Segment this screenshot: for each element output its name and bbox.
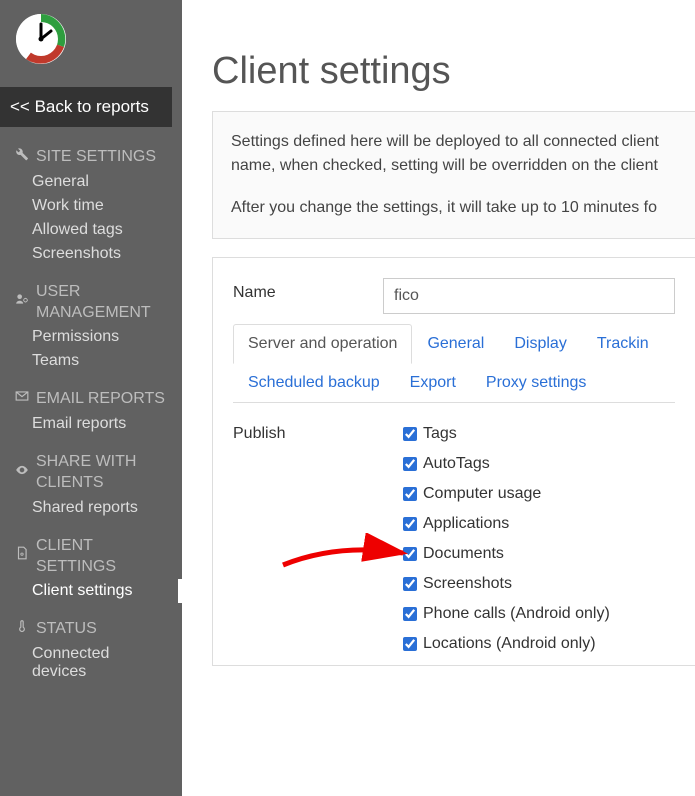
checkbox-applications[interactable] <box>403 517 417 531</box>
check-autotags[interactable]: AutoTags <box>403 455 675 473</box>
tabs: Server and operation General Display Tra… <box>233 324 675 403</box>
nav-section-label: SHARE WITH CLIENTS <box>36 452 168 494</box>
checkbox-tags[interactable] <box>403 427 417 441</box>
clock-logo-icon <box>14 12 68 66</box>
sidebar-item-teams[interactable]: Teams <box>0 349 182 373</box>
back-to-reports-button[interactable]: << Back to reports <box>0 87 172 127</box>
sidebar-item-general[interactable]: General <box>0 170 182 194</box>
nav-section-client-settings: CLIENT SETTINGS <box>0 530 182 580</box>
file-cog-icon <box>14 546 30 567</box>
tab-scheduled-backup[interactable]: Scheduled backup <box>233 363 395 403</box>
nav-section-label: EMAIL REPORTS <box>36 389 165 410</box>
check-label: Screenshots <box>423 575 512 593</box>
check-screenshots[interactable]: Screenshots <box>403 575 675 593</box>
thermometer-icon <box>14 619 30 640</box>
checkbox-locations[interactable] <box>403 637 417 651</box>
tab-server-and-operation[interactable]: Server and operation <box>233 324 412 364</box>
name-label: Name <box>233 278 383 302</box>
sidebar-item-allowed-tags[interactable]: Allowed tags <box>0 218 182 242</box>
wrench-icon <box>14 147 30 168</box>
envelope-icon <box>14 389 30 410</box>
check-label: AutoTags <box>423 455 490 473</box>
info-text-2: name, when checked, setting will be over… <box>231 154 677 178</box>
check-label: Applications <box>423 515 509 533</box>
check-label: Documents <box>423 545 504 563</box>
check-computer-usage[interactable]: Computer usage <box>403 485 675 503</box>
nav-section-label: CLIENT SETTINGS <box>36 536 168 578</box>
nav-section-label: USER MANAGEMENT <box>36 282 168 324</box>
users-cog-icon <box>14 292 30 313</box>
check-locations[interactable]: Locations (Android only) <box>403 635 675 653</box>
check-documents[interactable]: Documents <box>403 545 675 563</box>
sidebar-item-connected-devices[interactable]: Connected devices <box>0 642 182 684</box>
nav-section-share-with-clients: SHARE WITH CLIENTS <box>0 446 182 496</box>
name-row: Name <box>233 278 675 314</box>
sidebar-item-permissions[interactable]: Permissions <box>0 325 182 349</box>
checkbox-documents[interactable] <box>403 547 417 561</box>
eye-icon <box>14 463 30 484</box>
nav-section-label: STATUS <box>36 619 97 640</box>
check-phone-calls[interactable]: Phone calls (Android only) <box>403 605 675 623</box>
logo <box>0 12 182 81</box>
sidebar-item-shared-reports[interactable]: Shared reports <box>0 496 182 520</box>
main-content: Client settings Settings defined here wi… <box>182 0 695 796</box>
sidebar-item-client-settings[interactable]: Client settings <box>0 579 182 603</box>
sidebar-item-email-reports[interactable]: Email reports <box>0 412 182 436</box>
nav-section-status: STATUS <box>0 613 182 642</box>
check-tags[interactable]: Tags <box>403 425 675 443</box>
checkbox-screenshots[interactable] <box>403 577 417 591</box>
nav-section-label: SITE SETTINGS <box>36 147 156 168</box>
tab-tracking[interactable]: Trackin <box>582 324 664 364</box>
tab-general[interactable]: General <box>412 324 499 364</box>
sidebar-item-screenshots[interactable]: Screenshots <box>0 242 182 266</box>
check-label: Locations (Android only) <box>423 635 596 653</box>
publish-row: Publish Tags AutoTags Computer usage App… <box>233 425 675 665</box>
form-panel: Name Server and operation General Displa… <box>212 257 695 666</box>
info-box: Settings defined here will be deployed t… <box>212 111 695 239</box>
nav-section-email-reports: EMAIL REPORTS <box>0 383 182 412</box>
check-applications[interactable]: Applications <box>403 515 675 533</box>
sidebar-nav: SITE SETTINGS General Work time Allowed … <box>0 127 182 684</box>
sidebar: << Back to reports SITE SETTINGS General… <box>0 0 182 796</box>
tab-export[interactable]: Export <box>395 363 471 403</box>
checkbox-autotags[interactable] <box>403 457 417 471</box>
checkbox-computer-usage[interactable] <box>403 487 417 501</box>
name-input[interactable] <box>383 278 675 314</box>
check-label: Computer usage <box>423 485 541 503</box>
nav-section-user-management: USER MANAGEMENT <box>0 276 182 326</box>
checkbox-phone-calls[interactable] <box>403 607 417 621</box>
publish-label: Publish <box>233 425 403 665</box>
tab-proxy-settings[interactable]: Proxy settings <box>471 363 601 403</box>
publish-options: Tags AutoTags Computer usage Application… <box>403 425 675 665</box>
sidebar-item-work-time[interactable]: Work time <box>0 194 182 218</box>
info-text-1: Settings defined here will be deployed t… <box>231 130 677 154</box>
page-title: Client settings <box>212 50 695 93</box>
tab-display[interactable]: Display <box>499 324 581 364</box>
info-text-3: After you change the settings, it will t… <box>231 196 677 220</box>
check-label: Phone calls (Android only) <box>423 605 610 623</box>
nav-section-site-settings: SITE SETTINGS <box>0 141 182 170</box>
check-label: Tags <box>423 425 457 443</box>
